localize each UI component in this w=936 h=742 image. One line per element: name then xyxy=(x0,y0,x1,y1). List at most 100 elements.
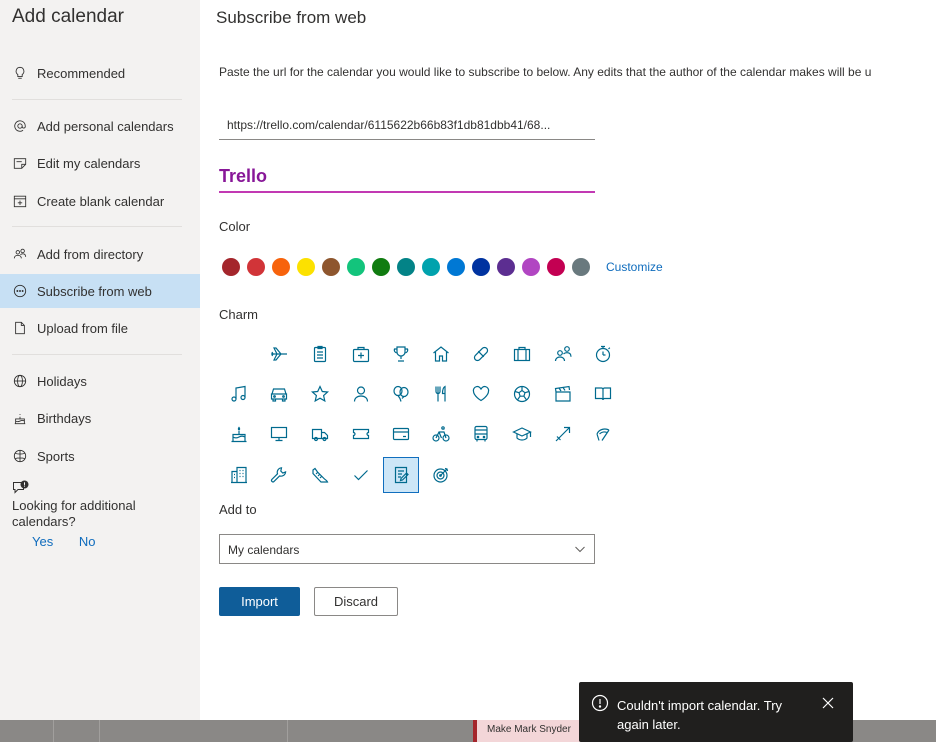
color-swatch[interactable] xyxy=(272,258,290,276)
building-icon[interactable] xyxy=(222,458,256,492)
clipboard-icon[interactable] xyxy=(303,337,337,371)
sidebar-item-label: Add from directory xyxy=(37,246,144,262)
utensils-icon[interactable] xyxy=(424,377,458,411)
color-swatch[interactable] xyxy=(447,258,465,276)
sidebar-item-add-directory[interactable]: Add from directory xyxy=(0,237,200,271)
sidebar-item-holidays[interactable]: Holidays xyxy=(0,364,200,398)
color-swatch[interactable] xyxy=(297,258,315,276)
sidebar-item-sports[interactable]: Sports xyxy=(0,439,200,473)
chevron-down-icon xyxy=(574,543,586,558)
sidebar-item-add-personal[interactable]: Add personal calendars xyxy=(0,109,200,143)
feedback-icon xyxy=(12,480,192,498)
color-swatch[interactable] xyxy=(372,258,390,276)
color-swatch[interactable] xyxy=(222,258,240,276)
color-swatch[interactable] xyxy=(347,258,365,276)
sidebar: Add calendar Recommended Add personal ca… xyxy=(0,0,200,720)
sidebar-item-upload-file[interactable]: Upload from file xyxy=(0,311,200,345)
color-picker: Customize xyxy=(222,257,663,277)
sidebar-item-subscribe-web[interactable]: Subscribe from web xyxy=(0,274,200,308)
sidebar-item-edit-calendars[interactable]: Edit my calendars xyxy=(0,146,200,180)
color-swatch[interactable] xyxy=(497,258,515,276)
bus-icon[interactable] xyxy=(464,417,498,451)
feedback-yes-link[interactable]: Yes xyxy=(32,534,53,549)
truck-icon[interactable] xyxy=(303,417,337,451)
url-input[interactable]: https://trello.com/calendar/6115622b66b8… xyxy=(219,110,595,140)
notepad-icon[interactable] xyxy=(383,457,419,493)
home-icon[interactable] xyxy=(424,337,458,371)
stopwatch-icon[interactable] xyxy=(586,337,620,371)
color-label: Color xyxy=(219,219,251,234)
file-icon xyxy=(12,320,28,336)
more-circle-icon xyxy=(12,283,28,299)
people-icon xyxy=(12,246,28,262)
people-icon[interactable] xyxy=(546,337,580,371)
shoe-icon[interactable] xyxy=(303,458,337,492)
toast-message: Couldn't import calendar. Try again late… xyxy=(617,698,783,732)
discard-button[interactable]: Discard xyxy=(314,587,398,616)
trophy-icon[interactable] xyxy=(384,337,418,371)
sidebar-item-label: Edit my calendars xyxy=(37,155,141,171)
sidebar-item-label: Add personal calendars xyxy=(37,118,174,134)
sidebar-item-label: Holidays xyxy=(37,373,87,389)
calendar-name-input[interactable]: Trello xyxy=(219,163,595,193)
balloon-icon[interactable] xyxy=(384,377,418,411)
cake-icon[interactable] xyxy=(222,417,256,451)
background-cell xyxy=(100,720,288,742)
star-icon[interactable] xyxy=(303,377,337,411)
pill-icon[interactable] xyxy=(464,337,498,371)
background-cell xyxy=(54,720,100,742)
person-icon[interactable] xyxy=(344,377,378,411)
add-to-value: My calendars xyxy=(228,543,300,557)
sidebar-title: Add calendar xyxy=(12,6,124,27)
add-to-select[interactable]: My calendars xyxy=(219,534,595,564)
background-event: Make Mark Snyder xyxy=(473,720,583,742)
color-swatch[interactable] xyxy=(547,258,565,276)
wrench-icon[interactable] xyxy=(262,458,296,492)
edit-calendar-icon xyxy=(12,155,28,171)
color-swatch[interactable] xyxy=(422,258,440,276)
color-swatch[interactable] xyxy=(572,258,590,276)
checkmark-icon[interactable] xyxy=(344,458,378,492)
clapperboard-icon[interactable] xyxy=(546,377,580,411)
sidebar-item-label: Birthdays xyxy=(37,410,92,426)
color-swatch[interactable] xyxy=(397,258,415,276)
soccer-ball-icon[interactable] xyxy=(505,377,539,411)
color-swatch[interactable] xyxy=(522,258,540,276)
info-circle-icon xyxy=(591,694,609,715)
sidebar-item-label: Sports xyxy=(37,448,75,464)
sidebar-item-label: Subscribe from web xyxy=(37,283,152,299)
lightbulb-icon xyxy=(12,65,28,81)
sidebar-item-label: Recommended xyxy=(37,65,126,81)
sidebar-item-recommended[interactable]: Recommended xyxy=(0,56,200,90)
import-button[interactable]: Import xyxy=(219,587,300,616)
dumbbell-icon[interactable] xyxy=(586,417,620,451)
color-swatch[interactable] xyxy=(247,258,265,276)
car-icon[interactable] xyxy=(262,377,296,411)
target-icon[interactable] xyxy=(424,458,458,492)
heart-icon[interactable] xyxy=(464,377,498,411)
color-swatch[interactable] xyxy=(472,258,490,276)
ticket-icon[interactable] xyxy=(344,417,378,451)
graduation-cap-icon[interactable] xyxy=(505,417,539,451)
tag-icon[interactable] xyxy=(546,417,580,451)
customize-link[interactable]: Customize xyxy=(606,260,663,274)
add-to-label: Add to xyxy=(219,502,257,517)
sidebar-item-birthdays[interactable]: Birthdays xyxy=(0,401,200,435)
description-text: Paste the url for the calendar you would… xyxy=(219,65,872,79)
color-swatch[interactable] xyxy=(322,258,340,276)
airplane-icon[interactable] xyxy=(262,337,296,371)
credit-card-icon[interactable] xyxy=(384,417,418,451)
divider xyxy=(12,226,182,227)
close-icon[interactable] xyxy=(821,696,835,713)
page-title: Subscribe from web xyxy=(216,8,367,27)
feedback-no-link[interactable]: No xyxy=(79,534,96,549)
sidebar-item-create-blank[interactable]: Create blank calendar xyxy=(0,184,200,218)
monitor-icon[interactable] xyxy=(262,417,296,451)
background-cell xyxy=(0,720,54,742)
bicycle-icon[interactable] xyxy=(424,417,458,451)
briefcase-icon[interactable] xyxy=(505,337,539,371)
divider xyxy=(12,99,182,100)
book-icon[interactable] xyxy=(586,377,620,411)
music-icon[interactable] xyxy=(222,377,256,411)
first-aid-icon[interactable] xyxy=(344,337,378,371)
